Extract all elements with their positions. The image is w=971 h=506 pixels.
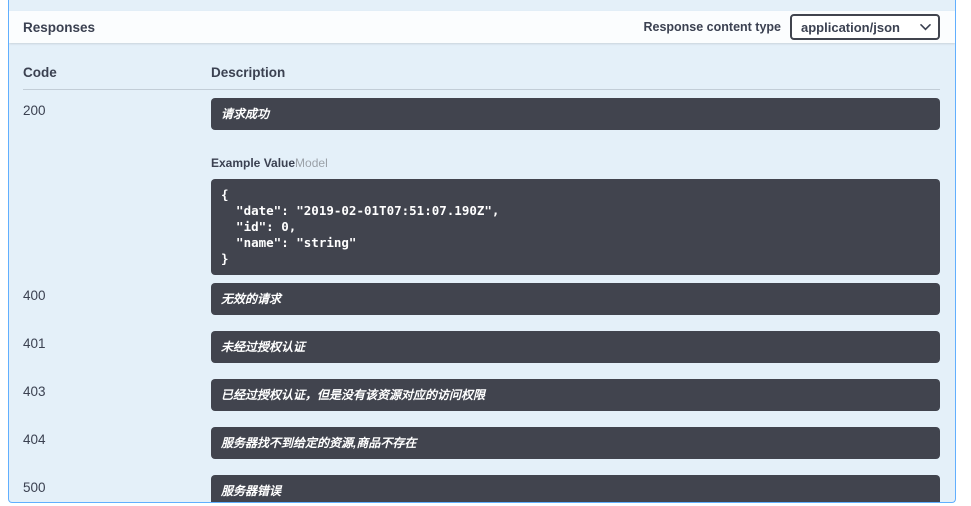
response-description: 服务器找不到给定的资源,商品不存在	[211, 427, 940, 459]
responses-table: Code Description 200 请求成功 Example Value …	[9, 65, 955, 503]
response-description-cell: 未经过授权认证	[211, 331, 940, 363]
model-example-tabs: Example Value Model	[211, 156, 940, 170]
response-description: 未经过授权认证	[211, 331, 940, 363]
response-code: 401	[23, 331, 211, 363]
response-description-cell: 服务器错误	[211, 475, 940, 503]
response-description: 已经过授权认证，但是没有该资源对应的访问权限	[211, 379, 940, 411]
response-description: 无效的请求	[211, 283, 940, 315]
content-type-group: Response content type application/json	[643, 14, 940, 40]
response-row-400: 400 无效的请求	[23, 275, 940, 323]
content-type-label: Response content type	[643, 20, 781, 34]
panel-top-spacer	[9, 0, 955, 11]
response-description-cell: 无效的请求	[211, 283, 940, 315]
response-row-403: 403 已经过授权认证，但是没有该资源对应的访问权限	[23, 371, 940, 419]
responses-title: Responses	[23, 20, 95, 35]
response-description: 服务器错误	[211, 475, 940, 503]
response-row-500: 500 服务器错误	[23, 467, 940, 503]
response-code: 500	[23, 475, 211, 503]
response-row-200: 200 请求成功 Example Value Model { "date": "…	[23, 90, 940, 275]
table-header-row: Code Description	[23, 65, 940, 90]
responses-panel: Responses Response content type applicat…	[8, 0, 956, 503]
description-column-header: Description	[211, 65, 940, 80]
tab-example-value[interactable]: Example Value	[211, 156, 295, 170]
response-code: 200	[23, 98, 211, 275]
tab-model[interactable]: Model	[295, 156, 328, 170]
response-code: 403	[23, 379, 211, 411]
response-row-404: 404 服务器找不到给定的资源,商品不存在	[23, 419, 940, 467]
response-description-cell: 服务器找不到给定的资源,商品不存在	[211, 427, 940, 459]
example-json-block: { "date": "2019-02-01T07:51:07.190Z", "i…	[211, 179, 940, 275]
content-type-select[interactable]: application/json	[790, 14, 940, 40]
response-description-cell: 请求成功 Example Value Model { "date": "2019…	[211, 98, 940, 275]
response-code: 400	[23, 283, 211, 315]
content-type-select-wrap: application/json	[790, 14, 940, 40]
code-column-header: Code	[23, 65, 211, 80]
response-description-cell: 已经过授权认证，但是没有该资源对应的访问权限	[211, 379, 940, 411]
response-description: 请求成功	[211, 98, 940, 130]
response-row-401: 401 未经过授权认证	[23, 323, 940, 371]
responses-section-header: Responses Response content type applicat…	[9, 11, 955, 43]
response-code: 404	[23, 427, 211, 459]
